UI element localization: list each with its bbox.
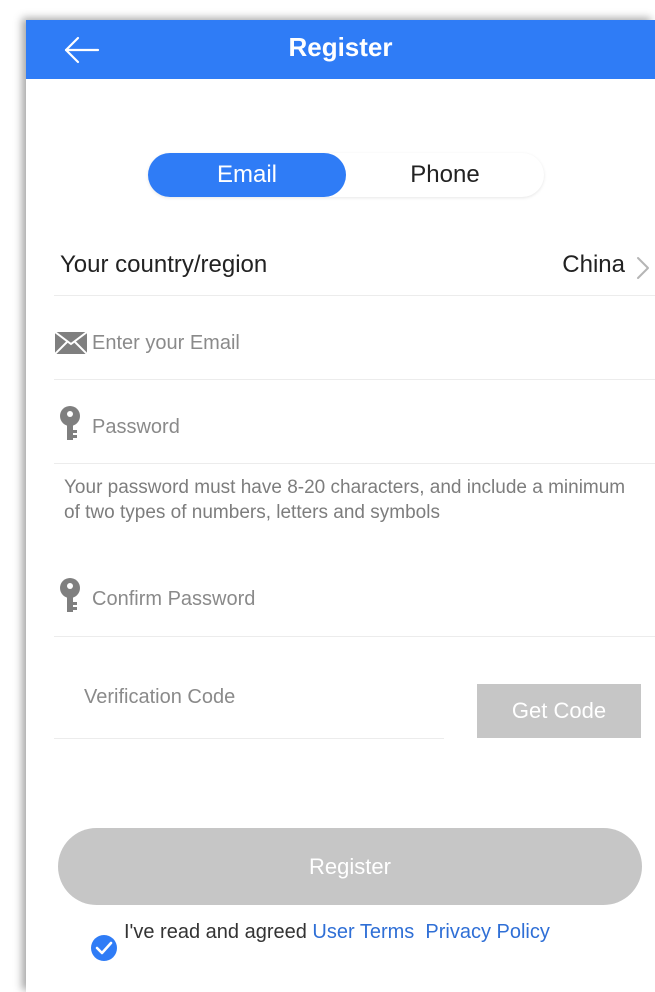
agreement-text: I've read and agreed User Terms Privacy …: [124, 920, 584, 945]
divider: [54, 738, 444, 739]
divider: [54, 463, 655, 464]
country-region-label: Your country/region: [60, 251, 268, 278]
agreement-prefix: I've read and agreed: [124, 921, 307, 943]
divider: [54, 379, 655, 380]
app-header: Register: [26, 20, 655, 79]
key-icon: [59, 406, 81, 447]
check-circle-icon[interactable]: [90, 934, 118, 962]
email-input[interactable]: [92, 325, 642, 361]
tab-email[interactable]: Email: [148, 153, 346, 197]
verification-code-input[interactable]: [84, 679, 434, 715]
page-title: Register: [288, 32, 393, 62]
register-button[interactable]: Register: [58, 828, 642, 905]
password-requirements-hint: Your password must have 8-20 characters,…: [64, 477, 626, 523]
divider: [54, 295, 655, 296]
register-method-tabs: Email Phone: [148, 153, 544, 197]
divider: [54, 636, 655, 637]
country-value[interactable]: China: [562, 251, 625, 279]
password-input[interactable]: [92, 409, 642, 445]
privacy-policy-link[interactable]: Privacy Policy: [425, 921, 549, 943]
get-code-button[interactable]: Get Code: [477, 684, 641, 738]
tab-phone[interactable]: Phone: [346, 153, 544, 197]
register-screen: Register Email Phone Your country/region…: [26, 20, 655, 992]
user-terms-link[interactable]: User Terms: [312, 921, 414, 943]
envelope-icon: [54, 331, 88, 359]
chevron-right-icon[interactable]: [633, 254, 653, 287]
confirm-password-input[interactable]: [92, 581, 642, 617]
key-icon: [59, 578, 81, 619]
